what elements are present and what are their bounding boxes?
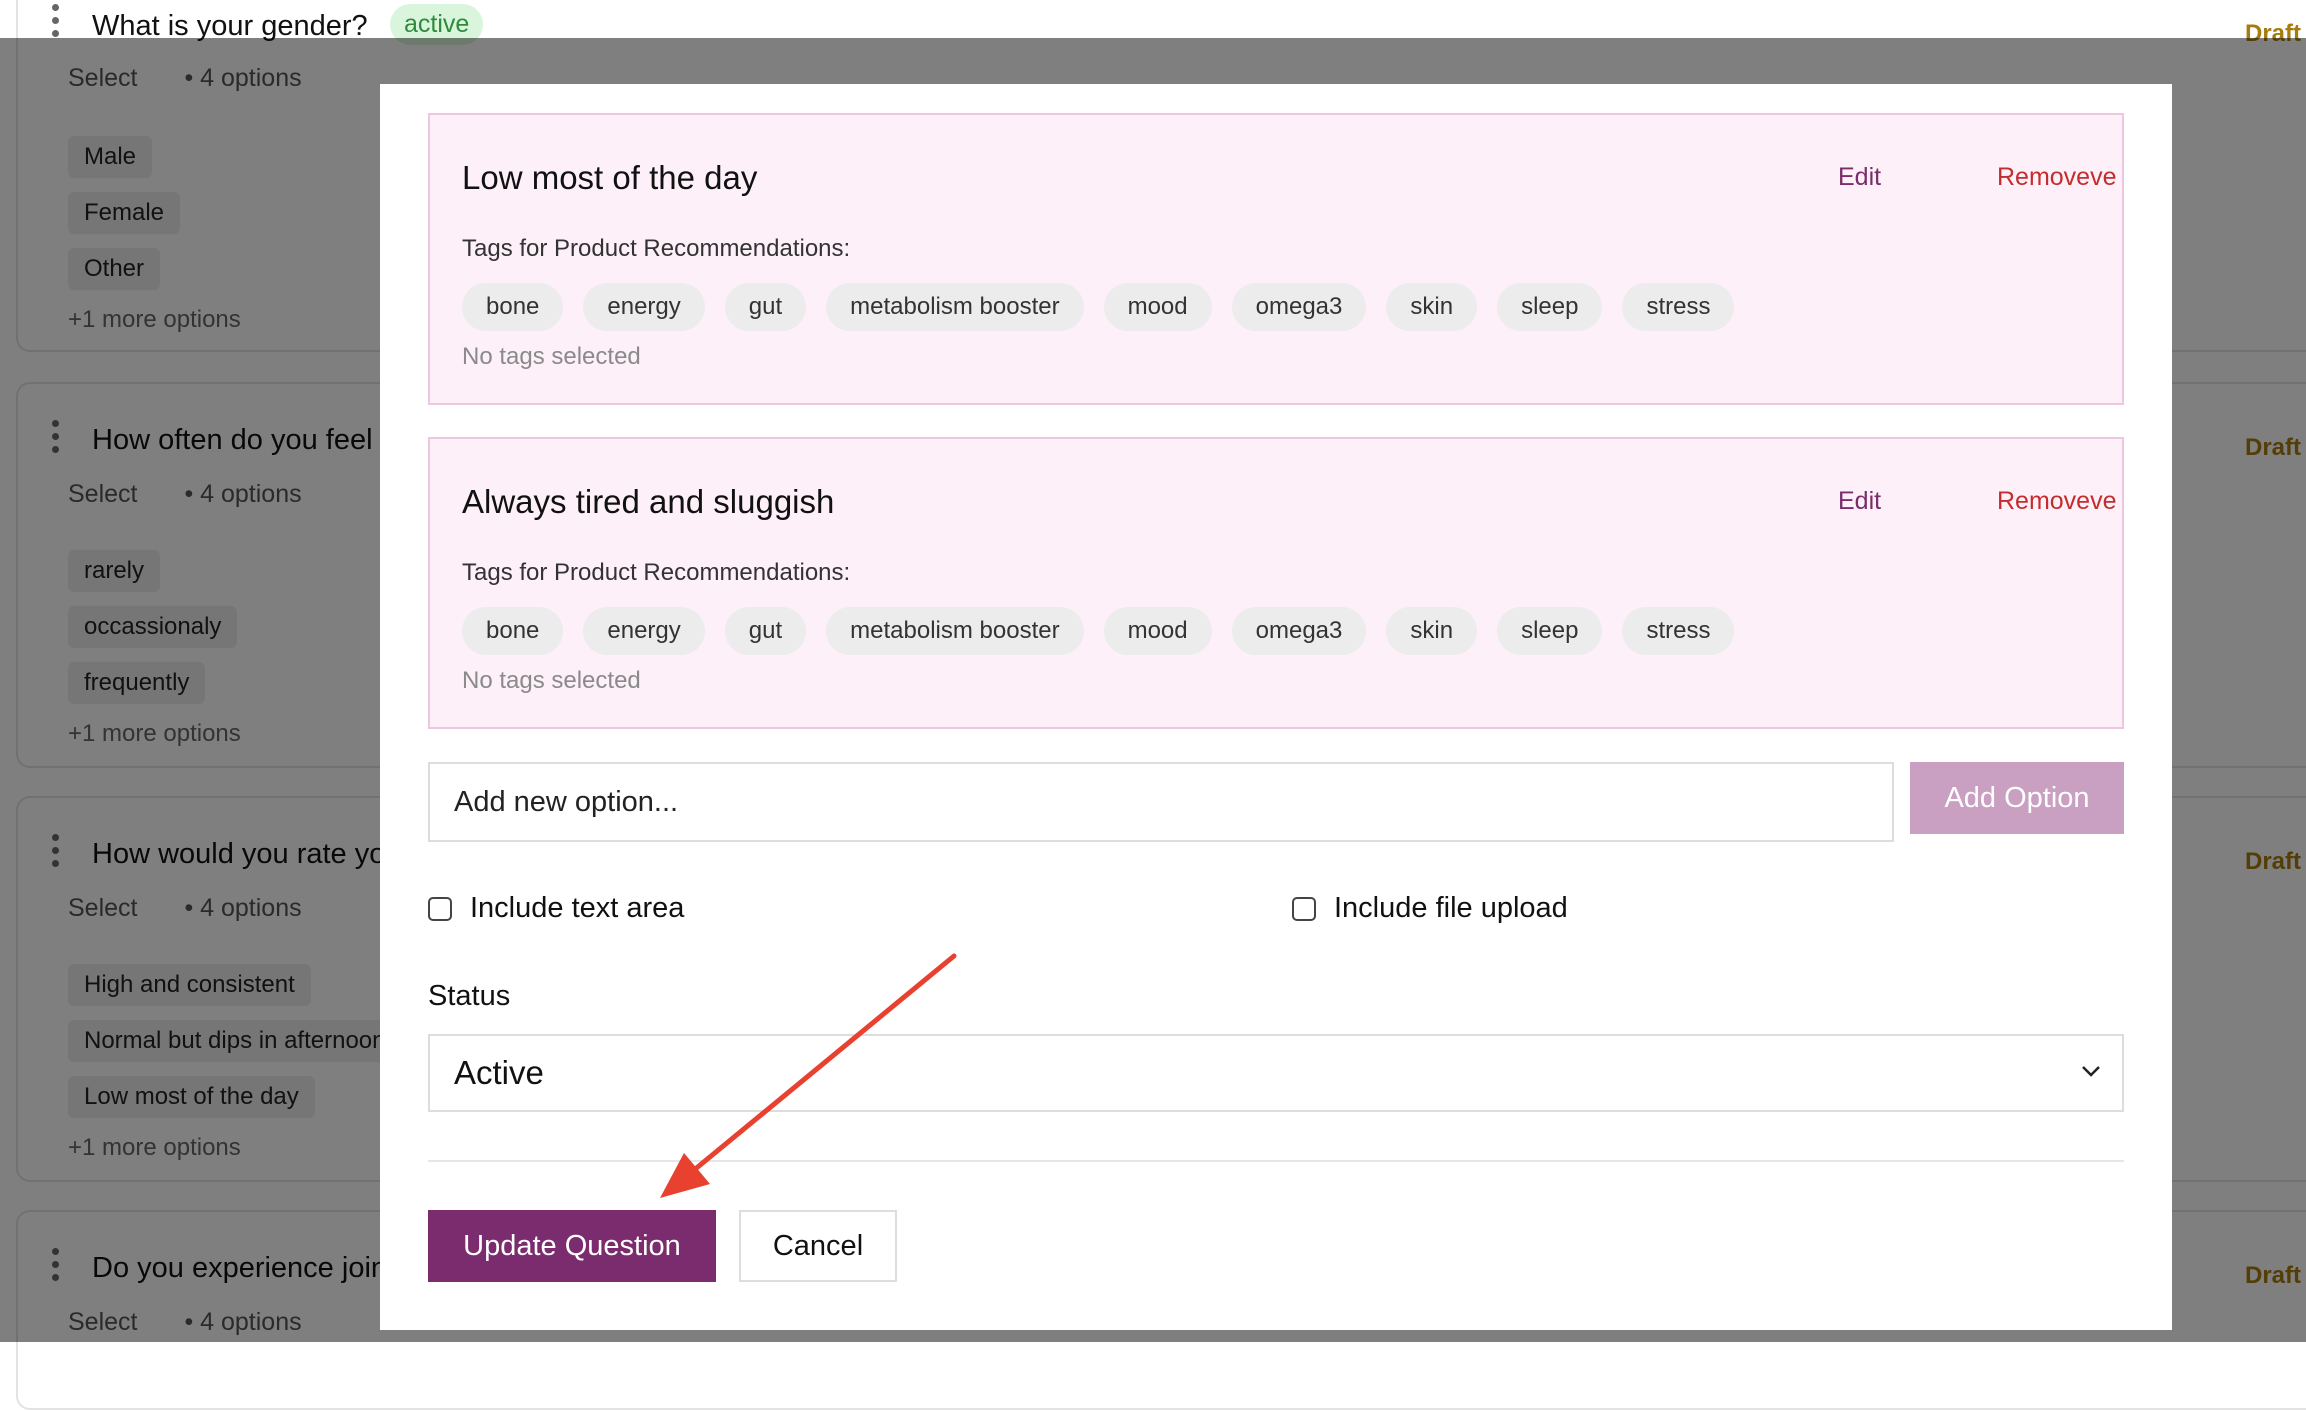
no-tags-text: No tags selected [462,667,641,694]
tag-bone[interactable]: bone [462,607,564,655]
add-option-button[interactable]: Add Option [1910,762,2124,834]
remove-option-button[interactable]: Removeve [1997,163,2117,192]
tag-sleep[interactable]: sleep [1497,283,1603,331]
tag-sleep[interactable]: sleep [1497,607,1603,655]
update-question-button[interactable]: Update Question [428,1210,716,1282]
checkbox-icon[interactable] [1292,896,1316,921]
tag-skin[interactable]: skin [1386,607,1478,655]
edit-question-modal: Low most of the day Edit Removeve Tags f… [380,84,2172,1330]
tag-gut[interactable]: gut [724,283,807,331]
checkbox-icon[interactable] [428,896,452,921]
no-tags-text: No tags selected [462,343,641,370]
tag-metabolism-booster[interactable]: metabolism booster [826,607,1084,655]
tags-label: Tags for Product Recommendations: [462,235,851,262]
tag-skin[interactable]: skin [1386,283,1478,331]
remove-option-button[interactable]: Removeve [1997,487,2117,516]
option-card: Low most of the day Edit Removeve Tags f… [428,113,2124,405]
status-label: Status [428,980,511,1012]
tag-bone[interactable]: bone [462,283,564,331]
status-value: Active [454,1054,544,1091]
tag-metabolism-booster[interactable]: metabolism booster [826,283,1084,331]
edit-option-button[interactable]: Edit [1838,163,1881,192]
option-card: Always tired and sluggish Edit Removeve … [428,437,2124,729]
tag-mood[interactable]: mood [1103,607,1212,655]
tag-energy[interactable]: energy [583,283,705,331]
tag-omega3[interactable]: omega3 [1231,283,1367,331]
edit-option-button[interactable]: Edit [1838,487,1881,516]
option-title: Low most of the day [462,159,758,196]
chevron-down-icon [2082,1066,2100,1077]
checkbox-label: Include text area [470,892,685,924]
tag-stress[interactable]: stress [1622,283,1735,331]
tags-label: Tags for Product Recommendations: [462,559,851,586]
tag-gut[interactable]: gut [724,607,807,655]
tag-energy[interactable]: energy [583,607,705,655]
tag-list: bone energy gut metabolism booster mood … [462,283,1735,331]
tag-stress[interactable]: stress [1622,607,1735,655]
checkbox-label: Include file upload [1334,892,1568,924]
status-select[interactable]: Active [428,1034,2124,1112]
option-title: Always tired and sluggish [462,483,835,520]
tag-list: bone energy gut metabolism booster mood … [462,607,1735,655]
new-option-input[interactable] [428,762,1894,842]
cancel-button[interactable]: Cancel [739,1210,897,1282]
divider [428,1160,2124,1162]
include-file-upload-checkbox[interactable]: Include file upload [1292,892,1568,925]
include-text-area-checkbox[interactable]: Include text area [428,892,684,925]
tag-mood[interactable]: mood [1103,283,1212,331]
tag-omega3[interactable]: omega3 [1231,607,1367,655]
